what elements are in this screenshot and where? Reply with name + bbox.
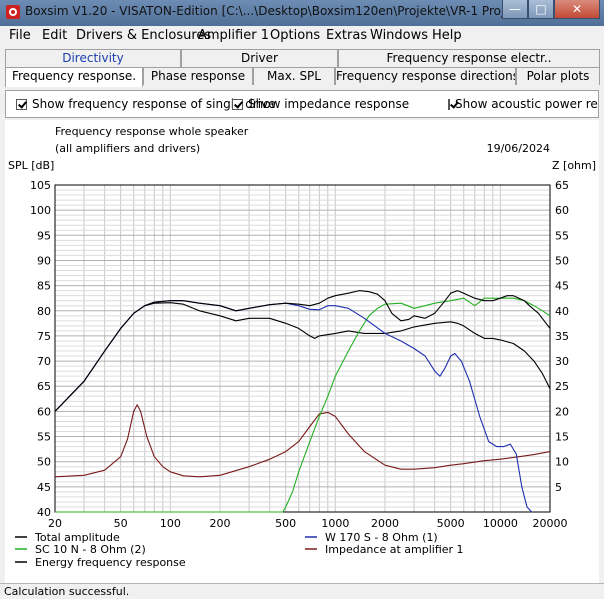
impedance-response-checkbox[interactable]: Show impedance response	[232, 97, 409, 111]
status-text: Calculation successful.	[4, 585, 130, 598]
y-tick-label-left: 60	[37, 405, 51, 418]
y-tick-label-right: 45	[555, 280, 569, 293]
chart-title: Frequency response whole speaker	[55, 125, 249, 138]
maximize-button[interactable]: □	[528, 0, 554, 19]
y-tick-label-left: 90	[37, 254, 51, 267]
y-tick-label-left: 65	[37, 380, 51, 393]
x-tick-label: 1000	[321, 517, 349, 530]
chart-tick-labels: 45 50 55 60 65 70 75 80 85 90 95 100 105 5 10 15 20 25 30 3…	[30, 179, 569, 530]
x-tick-label: 500	[275, 517, 296, 530]
chart-legend: Total amplitude W 170 S - 8 Ohm (1)SC 10 …	[15, 531, 464, 569]
checkmark-icon	[232, 98, 243, 110]
y-tick-label-right: 5	[555, 481, 562, 494]
display-options-bar: Show frequency response of single drive …	[5, 90, 599, 118]
chart-subtitle: (all amplifiers and drivers)	[55, 142, 200, 155]
menu-help[interactable]: Help	[432, 28, 462, 43]
y-tick-label-left: 80	[37, 305, 51, 318]
y-tick-label-right: 35	[555, 330, 569, 343]
x-tick-label: 100	[160, 517, 181, 530]
series-line-sc-10-n-8-ohm-2	[55, 297, 551, 513]
y-tick-label-right: 30	[555, 355, 569, 368]
y-tick-label-right: 15	[555, 431, 569, 444]
y-tick-label-right: 20	[555, 405, 569, 418]
chart-date: 19/06/2024	[487, 142, 550, 155]
y-tick-label-left: 75	[37, 330, 51, 343]
y-tick-label-left: 105	[30, 179, 51, 192]
tab-polar-plots[interactable]: Polar plots	[516, 67, 600, 85]
x-tick-label: 200	[210, 517, 231, 530]
menu-file[interactable]: File	[9, 28, 31, 43]
tab-strip: Directivity Driver Frequency response el…	[0, 46, 604, 87]
menu-drivers-enclosures[interactable]: Drivers & Enclosures	[76, 28, 211, 43]
chart-panel: Frequency response whole speaker (all am…	[5, 120, 599, 583]
y-tick-label-left: 85	[37, 280, 51, 293]
title-bar: Boxsim V1.20 - VISATON-Edition [C:\...\D…	[0, 0, 604, 26]
y-tick-label-left: 95	[37, 229, 51, 242]
y-axis-label-left: SPL [dB]	[8, 159, 54, 172]
x-tick-label: 10000	[483, 517, 518, 530]
y-tick-label-left: 100	[30, 204, 51, 217]
y-tick-label-right: 10	[555, 456, 569, 469]
y-tick-label-right: 65	[555, 179, 569, 192]
x-tick-label: 50	[114, 517, 128, 530]
tab-driver[interactable]: Driver	[181, 49, 338, 67]
tab-phase-response[interactable]: Phase response	[143, 67, 253, 85]
x-tick-label: 5000	[437, 517, 465, 530]
minimize-icon: —	[509, 2, 521, 16]
close-button[interactable]: ✕	[554, 0, 600, 19]
x-tick-label: 20	[48, 517, 62, 530]
tab-max-spl[interactable]: Max. SPL	[253, 67, 335, 85]
menu-options[interactable]: Options	[270, 28, 320, 43]
tab-frequency-response-electrical[interactable]: Frequency response electr..	[338, 49, 600, 67]
y-tick-label-right: 55	[555, 229, 569, 242]
maximize-icon: □	[535, 2, 547, 16]
series-line-impedance-at-amplifier-1	[54, 404, 551, 478]
checkmark-icon	[16, 98, 27, 110]
x-tick-label: 20000	[533, 517, 568, 530]
close-icon: ✕	[571, 2, 583, 16]
window-title: Boxsim V1.20 - VISATON-Edition [C:\...\D…	[25, 4, 551, 18]
menu-windows[interactable]: Windows	[370, 28, 428, 43]
status-bar: Calculation successful.	[0, 583, 604, 599]
legend-label: Impedance at amplifier 1	[325, 543, 464, 556]
menu-amplifier[interactable]: Amplifier 1	[198, 28, 269, 43]
frequency-response-chart: Frequency response whole speaker (all am…	[8, 125, 596, 569]
tab-frequency-response-directions[interactable]: Frequency response directions	[335, 67, 516, 85]
y-tick-label-right: 40	[555, 305, 569, 318]
y-tick-label-left: 45	[37, 481, 51, 494]
y-tick-label-left: 70	[37, 355, 51, 368]
y-tick-label-right: 50	[555, 254, 569, 267]
menu-extras[interactable]: Extras	[326, 28, 367, 43]
tab-frequency-response[interactable]: Frequency response.	[5, 67, 143, 87]
minimize-button[interactable]: —	[502, 0, 528, 19]
tab-directivity[interactable]: Directivity	[5, 49, 181, 67]
menu-edit[interactable]: Edit	[42, 28, 67, 43]
y-tick-label-right: 25	[555, 380, 569, 393]
y-tick-label-left: 55	[37, 431, 51, 444]
legend-label: Energy frequency response	[35, 556, 186, 569]
acoustic-power-response-label: Show acoustic power respor	[455, 97, 598, 111]
menu-bar: File Edit Drivers & Enclosures Amplifier…	[0, 26, 604, 46]
legend-label: SC 10 N - 8 Ohm (2)	[35, 543, 146, 556]
y-tick-label-right: 60	[555, 204, 569, 217]
y-axis-label-right: Z [ohm]	[552, 159, 596, 172]
boxsim-app-icon[interactable]	[5, 4, 21, 20]
acoustic-power-response-checkbox[interactable]: Show acoustic power respor	[448, 97, 598, 111]
x-tick-label: 2000	[371, 517, 399, 530]
impedance-response-label: Show impedance response	[248, 97, 410, 111]
y-tick-label-left: 50	[37, 456, 51, 469]
checkmark-icon	[448, 98, 450, 110]
